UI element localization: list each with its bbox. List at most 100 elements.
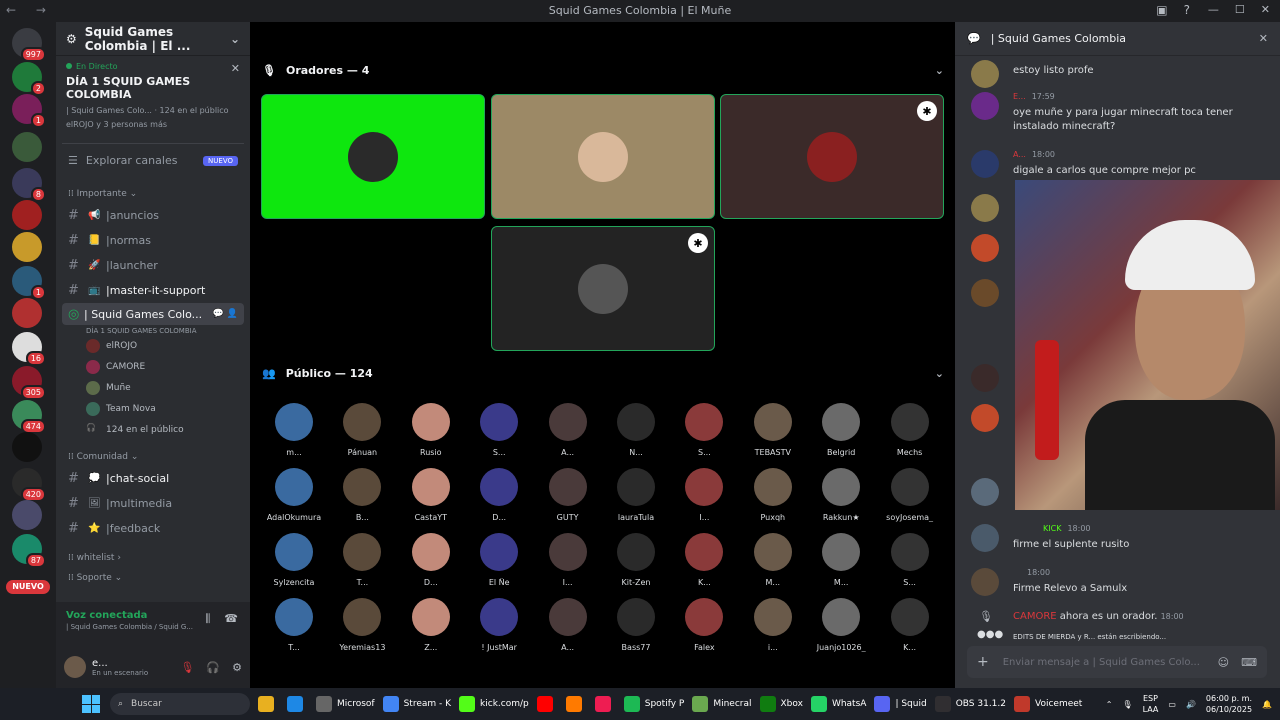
audience-member[interactable]: Juanjo1026_ xyxy=(807,598,875,652)
avatar[interactable] xyxy=(971,60,999,88)
taskbar-app[interactable]: kick.com/p xyxy=(459,696,529,712)
avatar[interactable] xyxy=(971,568,999,596)
audience-member[interactable]: ! JustMar xyxy=(465,598,533,652)
server-icon[interactable] xyxy=(12,298,42,328)
speaker-tile[interactable] xyxy=(261,94,485,219)
author-name[interactable]: E... xyxy=(1013,92,1026,101)
speaker-tile[interactable]: ✱ xyxy=(491,226,715,351)
active-voice-channel[interactable]: ◎ | Squid Games Colo... 💬 👤 xyxy=(62,303,244,325)
audience-member[interactable]: T... xyxy=(260,598,328,652)
avatar[interactable] xyxy=(971,364,999,392)
audience-member[interactable]: m... xyxy=(260,403,328,457)
audience-member[interactable]: M... xyxy=(739,533,807,587)
audience-member[interactable]: D... xyxy=(397,533,465,587)
audience-member[interactable]: Rakkun★ xyxy=(807,468,875,522)
minimize-button[interactable]: — xyxy=(1208,3,1219,16)
audience-member[interactable]: Rusio xyxy=(397,403,465,457)
taskbar-app[interactable]: Stream - K xyxy=(382,696,451,712)
maximize-button[interactable]: ☐ xyxy=(1235,3,1245,16)
category-importante[interactable]: ⁞⁞ Importante ⌄ xyxy=(56,177,250,203)
taskbar-app[interactable] xyxy=(287,696,308,712)
taskbar-app[interactable]: Spotify P xyxy=(623,696,684,712)
server-icon[interactable]: 1 xyxy=(12,266,46,300)
audience-member[interactable]: Puxqh xyxy=(739,468,807,522)
audience-member[interactable]: lauraTula xyxy=(602,468,670,522)
taskbar-search[interactable]: ⌕ Buscar xyxy=(110,693,250,715)
audience-member[interactable]: TEBASTV xyxy=(739,403,807,457)
volume-icon[interactable]: 🔊 xyxy=(1186,700,1196,709)
category-whitelist[interactable]: ⁞⁞ whitelist › xyxy=(56,541,250,567)
audience-member[interactable]: Bass77 xyxy=(602,598,670,652)
audience-member[interactable]: M... xyxy=(807,533,875,587)
voice-member[interactable]: 🎧 124 en el público xyxy=(56,419,250,440)
audience-member[interactable]: K... xyxy=(670,533,738,587)
network-icon[interactable]: ▭ xyxy=(1168,700,1176,709)
channel-item[interactable]: # 📒 | normas xyxy=(56,228,250,253)
audience-member[interactable]: Sylzencita xyxy=(260,533,328,587)
audience-member[interactable]: soyJosema_ xyxy=(876,468,944,522)
taskbar-app[interactable] xyxy=(536,696,558,712)
avatar[interactable] xyxy=(971,279,999,307)
notifications-icon[interactable]: 🔔 xyxy=(1262,700,1272,709)
mute-mic-icon[interactable]: 🎙 xyxy=(180,661,194,674)
explore-channels[interactable]: ☰ Explorar canales NUEVO xyxy=(62,143,244,171)
server-icon[interactable]: 16 xyxy=(12,332,46,366)
server-icon[interactable] xyxy=(12,500,42,530)
avatar[interactable] xyxy=(971,92,999,120)
audience-member[interactable]: K... xyxy=(876,598,944,652)
audience-member[interactable]: Falex xyxy=(670,598,738,652)
system-name[interactable]: CAMORE xyxy=(1013,611,1057,622)
taskbar-app[interactable]: Xbox xyxy=(759,696,803,712)
audience-member[interactable]: I... xyxy=(534,533,602,587)
avatar[interactable] xyxy=(64,656,86,678)
audience-member[interactable]: AdalOkumura xyxy=(260,468,328,522)
disconnect-icon[interactable]: ☎ xyxy=(224,612,238,626)
category-soporte[interactable]: ⁞⁞ Soporte ⌄ xyxy=(56,567,250,587)
taskbar-app[interactable] xyxy=(258,696,279,712)
add-attachment-icon[interactable]: + xyxy=(977,654,989,670)
close-window-button[interactable]: ✕ xyxy=(1261,3,1270,16)
taskbar-app[interactable]: OBS 31.1.2 xyxy=(934,696,1006,712)
server-icon[interactable] xyxy=(12,200,42,230)
audience-member[interactable]: I... xyxy=(670,468,738,522)
channel-item[interactable]: # 💭 | chat-social xyxy=(56,466,250,491)
avatar[interactable] xyxy=(971,150,999,178)
channel-item[interactable]: # 🖼 | multimedia xyxy=(56,491,250,516)
chat-icon[interactable]: 💬 👤 xyxy=(213,309,238,319)
mic-icon[interactable]: 🎙 xyxy=(1122,700,1132,709)
channel-item[interactable]: # 🚀 | launcher xyxy=(56,253,250,278)
avatar[interactable] xyxy=(971,524,999,552)
chevron-up-icon[interactable]: ⌃ xyxy=(1106,700,1113,709)
server-icon[interactable]: 420 xyxy=(12,468,46,502)
audience-member[interactable]: Belgrid xyxy=(807,403,875,457)
server-icon[interactable]: 2 xyxy=(12,62,46,96)
taskbar-app[interactable]: Minecral xyxy=(692,696,752,712)
audience-member[interactable]: T... xyxy=(328,533,396,587)
voice-member[interactable]: Team Nova xyxy=(56,398,250,419)
server-icon[interactable]: 8 xyxy=(12,168,46,202)
close-icon[interactable]: ✕ xyxy=(231,62,240,75)
server-icon[interactable]: 87 xyxy=(12,534,46,568)
live-event-card[interactable]: En Directo ✕ DÍA 1 SQUID GAMES COLOMBIA … xyxy=(56,56,250,129)
author-name[interactable]: A... xyxy=(1013,150,1026,159)
audience-member[interactable]: S... xyxy=(670,403,738,457)
avatar[interactable] xyxy=(971,194,999,222)
windows-start-icon[interactable] xyxy=(82,695,100,713)
audience-member[interactable]: S... xyxy=(876,533,944,587)
gamepad-icon[interactable]: ⌨ xyxy=(1241,656,1257,669)
avatar[interactable] xyxy=(971,234,999,262)
help-icon[interactable]: ? xyxy=(1184,3,1190,17)
speakers-header[interactable]: 🎙 Oradores — 4 ⌄ xyxy=(262,60,944,80)
audience-member[interactable]: A... xyxy=(534,403,602,457)
audience-member[interactable]: Pánuan xyxy=(328,403,396,457)
close-icon[interactable]: ✕ xyxy=(1259,32,1268,45)
soundboard-icon[interactable]: ⫼ xyxy=(205,612,210,626)
speaker-tile[interactable]: ✱ xyxy=(720,94,944,219)
audience-member[interactable]: Yeremias13 xyxy=(328,598,396,652)
taskbar-app[interactable] xyxy=(594,696,616,712)
emoji-icon[interactable]: ☺ xyxy=(1218,656,1229,669)
audience-member[interactable]: i... xyxy=(739,598,807,652)
speaker-tile[interactable] xyxy=(491,94,715,219)
settings-gear-icon[interactable]: ⚙ xyxy=(232,661,242,674)
clock[interactable]: 06:00 p. m. 06/10/2025 xyxy=(1206,693,1252,715)
